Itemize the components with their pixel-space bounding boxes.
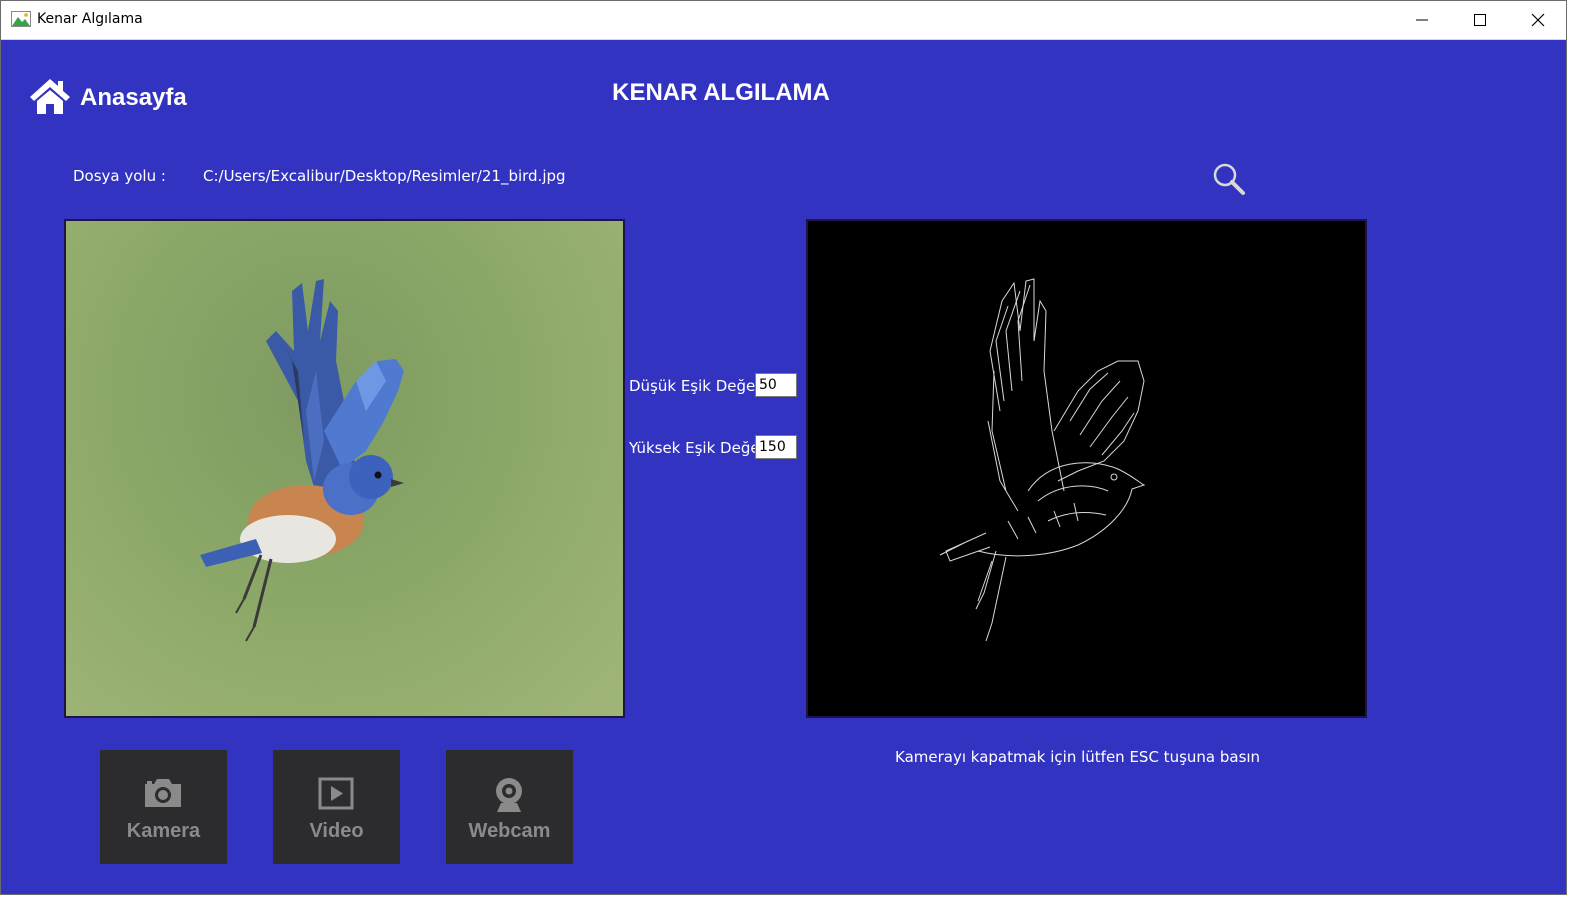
video-label: Video xyxy=(309,820,364,842)
webcam-label: Webcam xyxy=(468,820,551,842)
file-path-value: C:/Users/Excalibur/Desktop/Resimler/21_b… xyxy=(203,167,566,185)
kamera-label: Kamera xyxy=(126,820,201,842)
maximize-button[interactable] xyxy=(1451,1,1509,39)
home-icon xyxy=(30,79,70,114)
camera-icon xyxy=(145,779,181,807)
high-threshold-label: Yüksek Eşik Değeri: xyxy=(629,439,775,457)
bird-photo xyxy=(200,279,404,642)
webcam-icon xyxy=(496,778,522,812)
maximize-icon xyxy=(1474,14,1486,26)
search-icon xyxy=(1213,163,1245,195)
kamera-button[interactable]: Kamera xyxy=(100,750,227,864)
close-button[interactable] xyxy=(1509,1,1567,39)
page-title: KENAR ALGILAMA xyxy=(612,79,830,106)
low-threshold-input[interactable] xyxy=(755,373,797,397)
esc-instruction: Kamerayı kapatmak için lütfen ESC tuşuna… xyxy=(895,748,1261,766)
webcam-button[interactable]: Webcam xyxy=(446,750,573,864)
minimize-icon xyxy=(1416,19,1428,21)
video-button[interactable]: Video xyxy=(273,750,400,864)
app-icon xyxy=(11,11,31,27)
high-threshold-input[interactable] xyxy=(755,435,797,459)
title-bar[interactable]: Kenar Algılama xyxy=(1,1,1566,40)
file-path-label: Dosya yolu : xyxy=(73,167,166,185)
home-label: Anasayfa xyxy=(80,84,187,111)
close-icon xyxy=(1531,13,1545,27)
app-window: Kenar Algılama Anasayfa KENAR ALGILAMA D… xyxy=(0,0,1567,895)
source-image-panel xyxy=(64,219,625,718)
minimize-button[interactable] xyxy=(1393,1,1451,39)
low-threshold-label: Düşük Eşik Değeri: xyxy=(629,377,771,395)
window-title: Kenar Algılama xyxy=(37,11,143,27)
edge-image-panel xyxy=(806,219,1367,718)
edge-detection-output xyxy=(939,278,1146,642)
video-icon xyxy=(318,777,354,810)
browse-file-button[interactable] xyxy=(1210,160,1250,198)
